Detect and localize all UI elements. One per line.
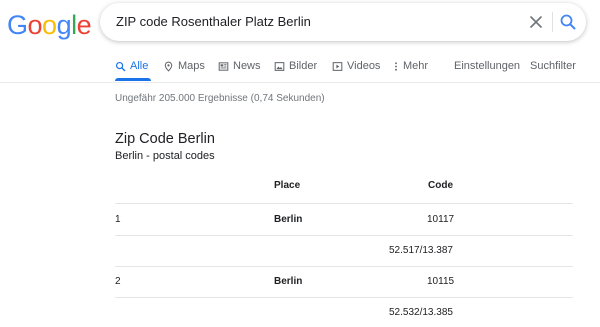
result-subtitle: Berlin - postal codes [115,150,215,162]
search-divider [552,12,553,32]
row-coordinates: 52.517/13.387 [389,245,453,256]
tab-all[interactable]: Alle [115,60,148,72]
row-code: 10117 [427,214,455,225]
row-place: Berlin [274,276,303,287]
result-stats: Ungefähr 205.000 Ergebnisse (0,74 Sekund… [115,93,325,104]
column-header-code: Code [428,180,453,191]
google-logo[interactable]: Google [7,10,92,41]
column-header-place: Place [274,180,301,191]
row-code: 10115 [427,276,455,287]
table-divider [115,203,573,204]
tools-link[interactable]: Suchfilter [530,60,576,72]
tab-news[interactable]: News [218,60,261,72]
tab-label: News [233,60,261,72]
table-divider [115,266,573,267]
tab-label: Maps [178,60,205,72]
table-divider [115,235,573,236]
tab-maps[interactable]: Maps [163,60,205,72]
tab-images[interactable]: Bilder [274,60,317,72]
settings-link[interactable]: Einstellungen [454,60,520,72]
result-title[interactable]: Zip Code Berlin [115,131,215,147]
tab-videos[interactable]: Videos [332,60,380,72]
search-icon [115,61,126,71]
newspaper-icon [218,61,229,71]
table-divider [115,297,573,298]
search-input[interactable]: ZIP code Rosenthaler Platz Berlin [116,14,311,29]
image-icon [274,61,285,71]
logo-letter: o [42,10,57,40]
video-icon [332,61,343,71]
search-icon[interactable] [558,12,578,32]
map-pin-icon [164,61,173,72]
row-place: Berlin [274,214,303,225]
search-box[interactable]: ZIP code Rosenthaler Platz Berlin [100,3,586,41]
logo-letter: G [7,10,28,40]
logo-letter: g [56,10,72,40]
tab-label: Videos [347,60,381,72]
logo-letter: e [76,10,92,40]
logo-letter: o [27,10,43,40]
tab-label: Bilder [289,60,318,72]
more-vert-icon [395,61,397,71]
search-tabs: Alle Maps News Bilder Videos Mehr Einste… [0,55,600,83]
active-tab-indicator [115,78,151,81]
clear-icon[interactable] [526,12,546,32]
tab-more[interactable]: Mehr [393,60,428,72]
row-number: 2 [115,276,121,287]
tabs-divider [0,82,600,83]
tab-label: Mehr [403,60,429,72]
row-number: 1 [115,214,121,225]
tab-label: Alle [130,60,149,72]
row-coordinates: 52.532/13.385 [389,307,453,318]
